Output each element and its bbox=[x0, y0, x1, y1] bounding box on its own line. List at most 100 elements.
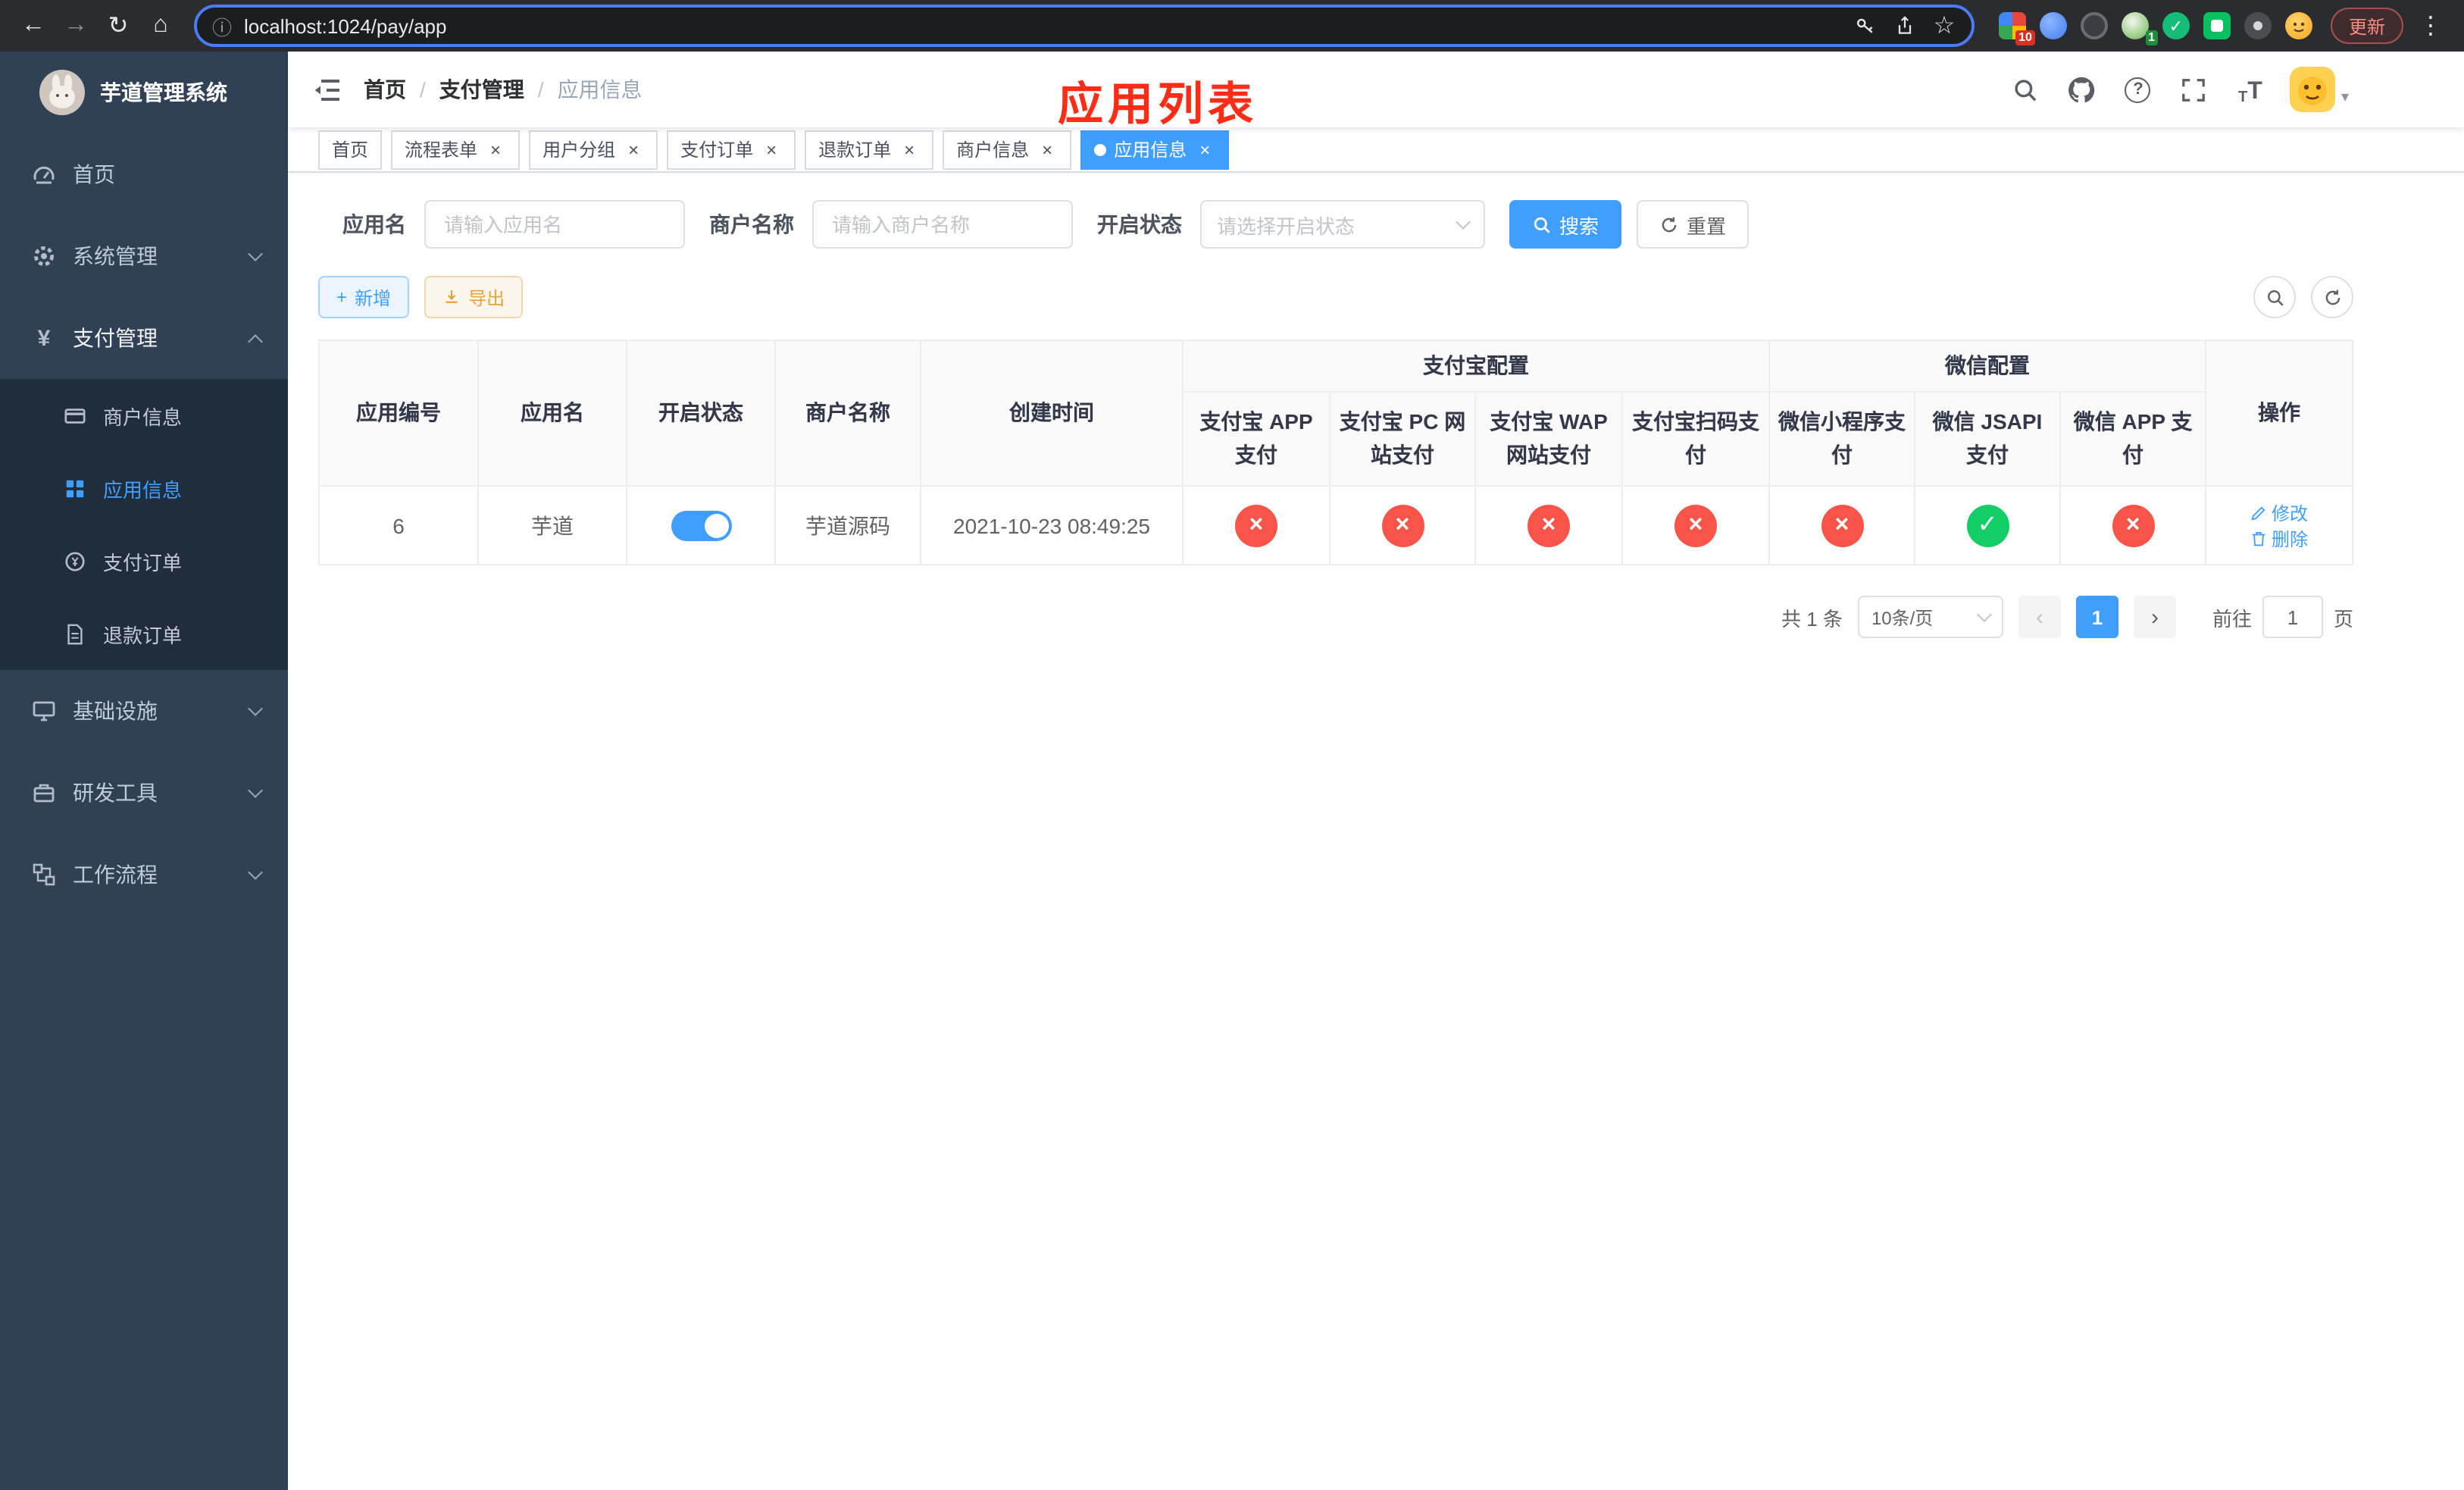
add-button[interactable]: + 新增 bbox=[318, 276, 410, 318]
tab-home[interactable]: 首页 bbox=[318, 130, 383, 169]
toggle-search-button[interactable] bbox=[2253, 276, 2296, 318]
tab-label: 支付订单 bbox=[680, 139, 754, 161]
url-input[interactable] bbox=[244, 14, 1835, 37]
extension-icon-pin[interactable] bbox=[2244, 12, 2272, 39]
export-button[interactable]: 导出 bbox=[424, 276, 524, 318]
browser-menu-button[interactable]: ⋮ bbox=[2409, 5, 2452, 47]
refresh-button[interactable] bbox=[2311, 276, 2353, 318]
goto-page-input[interactable] bbox=[2262, 596, 2323, 638]
sidebar-item-label: 应用信息 bbox=[103, 478, 183, 501]
extension-icon-drop[interactable] bbox=[2039, 12, 2067, 39]
hamburger-menu-icon[interactable] bbox=[309, 73, 342, 106]
document-icon bbox=[61, 622, 88, 645]
cell-wechat-app: × bbox=[2059, 485, 2207, 565]
dashboard-icon bbox=[30, 162, 58, 186]
help-icon[interactable]: ? bbox=[2122, 73, 2155, 106]
tab-merchant-info[interactable]: 商户信息 × bbox=[943, 130, 1072, 169]
menu-dots-icon: ⋮ bbox=[2419, 14, 2443, 39]
reload-button[interactable]: ↻ bbox=[97, 5, 139, 47]
col-group-wechat: 微信配置 bbox=[1768, 340, 2207, 393]
bookmark-star-icon[interactable]: ☆ bbox=[1926, 8, 1962, 44]
tab-close-icon[interactable]: × bbox=[761, 139, 782, 160]
status-select-placeholder: 请选择开启状态 bbox=[1217, 214, 1356, 237]
app-name-input[interactable] bbox=[424, 200, 685, 249]
site-info-icon[interactable]: ⓘ bbox=[212, 11, 232, 40]
pagination: 共 1 条 10条/页 ‹ 1 › 前往 页 bbox=[318, 596, 2353, 638]
merchant-name-input[interactable] bbox=[812, 200, 1073, 249]
toolbox-icon bbox=[30, 781, 58, 805]
sidebar-item-app-info[interactable]: 应用信息 bbox=[0, 452, 288, 524]
sidebar-item-refund-orders[interactable]: 退款订单 bbox=[0, 597, 288, 670]
extension-badge: 10 bbox=[2015, 30, 2035, 45]
sidebar-item-payment-orders[interactable]: 支付订单 bbox=[0, 524, 288, 597]
edit-button[interactable]: 修改 bbox=[2250, 499, 2308, 525]
sidebar-item-dev-tools[interactable]: 研发工具 bbox=[0, 752, 288, 834]
delete-button[interactable]: 删除 bbox=[2250, 525, 2308, 551]
extension-icon-dark-circle[interactable] bbox=[2080, 12, 2108, 39]
top-navbar: 首页 / 支付管理 / 应用信息 ? T T ▾ bbox=[288, 52, 2464, 127]
reset-button-label: 重置 bbox=[1687, 214, 1727, 237]
tab-app-info[interactable]: 应用信息 × bbox=[1080, 130, 1230, 169]
tab-refund-order[interactable]: 退款订单 × bbox=[805, 130, 934, 169]
github-icon[interactable] bbox=[2065, 73, 2099, 106]
extension-icon-chat[interactable] bbox=[2203, 12, 2231, 39]
tab-close-icon[interactable]: × bbox=[623, 139, 644, 160]
tab-close-icon[interactable]: × bbox=[1037, 139, 1058, 160]
search-button[interactable]: 搜索 bbox=[1509, 200, 1622, 249]
share-icon[interactable] bbox=[1887, 8, 1923, 44]
tab-process-form[interactable]: 流程表单 × bbox=[391, 130, 521, 169]
cell-alipay-qr: × bbox=[1621, 485, 1770, 565]
prev-icon: ‹ bbox=[2035, 604, 2043, 630]
status-select[interactable]: 请选择开启状态 bbox=[1200, 200, 1485, 249]
sidebar-item-infrastructure[interactable]: 基础设施 bbox=[0, 670, 288, 752]
fullscreen-icon[interactable] bbox=[2178, 73, 2211, 106]
search-icon[interactable] bbox=[2009, 73, 2043, 106]
tab-close-icon[interactable]: × bbox=[1194, 139, 1215, 160]
forward-button[interactable]: → bbox=[55, 5, 97, 47]
back-button[interactable]: ← bbox=[12, 5, 55, 47]
add-button-label: 新增 bbox=[355, 287, 392, 308]
table-toolbar: + 新增 导出 bbox=[318, 276, 2353, 318]
sidebar-item-merchant-info[interactable]: 商户信息 bbox=[0, 379, 288, 452]
sidebar-item-workflow[interactable]: 工作流程 bbox=[0, 834, 288, 916]
chrome-update-button[interactable]: 更新 bbox=[2330, 8, 2403, 44]
workflow-icon bbox=[30, 862, 58, 887]
merchant-name-label: 商户名称 bbox=[709, 212, 794, 236]
sidebar-item-payment-management[interactable]: ¥ 支付管理 bbox=[0, 297, 288, 379]
breadcrumb-payment[interactable]: 支付管理 bbox=[439, 74, 524, 105]
next-page-button[interactable]: › bbox=[2133, 596, 2176, 638]
home-button[interactable]: ⌂ bbox=[139, 5, 182, 47]
page-size-select[interactable]: 10条/页 bbox=[1857, 596, 2003, 638]
sidebar-item-label: 首页 bbox=[73, 162, 115, 186]
extension-icon-colorful[interactable]: 1 bbox=[2121, 12, 2158, 45]
tab-user-group[interactable]: 用户分组 × bbox=[529, 130, 658, 169]
extension-icon-green-check[interactable]: ✓ bbox=[2162, 12, 2190, 39]
tab-close-icon[interactable]: × bbox=[485, 139, 506, 160]
page-button-1[interactable]: 1 bbox=[2075, 596, 2118, 638]
sidebar-item-system-management[interactable]: 系统管理 bbox=[0, 215, 288, 297]
sidebar-item-home[interactable]: 首页 bbox=[0, 133, 288, 215]
tab-payment-order[interactable]: 支付订单 × bbox=[667, 130, 796, 169]
col-header-alipay-app: 支付宝 APP 支付 bbox=[1182, 391, 1330, 487]
col-header-alipay-wap: 支付宝 WAP 网站支付 bbox=[1474, 391, 1623, 487]
prev-page-button[interactable]: ‹ bbox=[2018, 596, 2061, 638]
extension-badge-secondary: 1 bbox=[2145, 30, 2158, 45]
password-key-icon[interactable] bbox=[1847, 8, 1884, 44]
page-size-value: 10条/页 bbox=[1871, 607, 1934, 628]
font-size-icon[interactable]: TT bbox=[2234, 73, 2267, 106]
coin-icon bbox=[61, 549, 88, 572]
chevron-down-icon bbox=[248, 864, 263, 879]
status-toggle[interactable] bbox=[671, 510, 731, 540]
browser-toolbar: ← → ↻ ⌂ ⓘ ☆ 10 1 bbox=[0, 0, 2464, 52]
address-bar[interactable]: ⓘ ☆ bbox=[194, 5, 1975, 47]
reset-button[interactable]: 重置 bbox=[1637, 200, 1750, 249]
tab-close-icon[interactable]: × bbox=[899, 139, 920, 160]
user-avatar[interactable]: ▾ bbox=[2289, 67, 2349, 112]
alipay-qr-status-icon: × bbox=[1674, 504, 1717, 546]
col-header-app-id: 应用编号 bbox=[318, 340, 479, 487]
sidebar: 芋道管理系统 首页 系统管理 ¥ 支付管理 商户信息 应用信息 支付订单 退款订… bbox=[0, 52, 288, 1490]
breadcrumb-home[interactable]: 首页 bbox=[364, 74, 406, 105]
profile-avatar-icon[interactable] bbox=[2284, 12, 2312, 39]
forward-icon: → bbox=[64, 12, 88, 38]
extension-icon-grid[interactable]: 10 bbox=[1998, 12, 2035, 45]
